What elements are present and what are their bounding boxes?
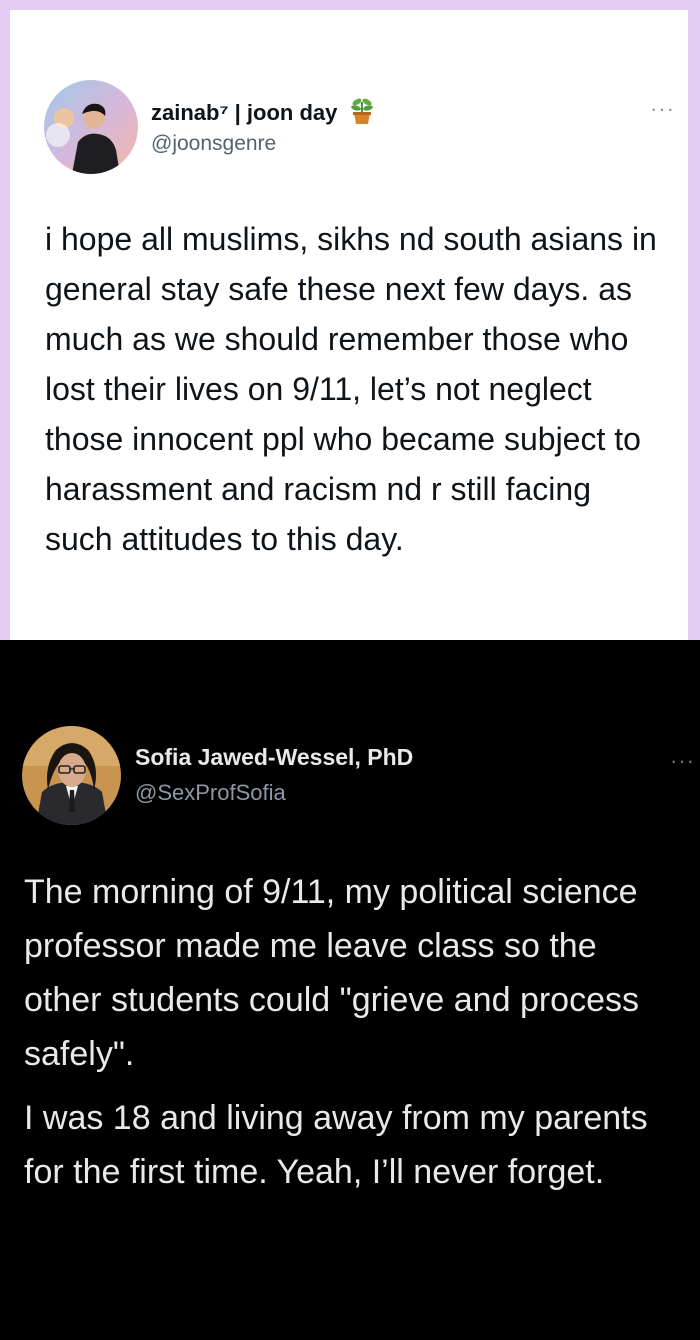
tweet-paragraph-1: The morning of 9/11, my political scienc… bbox=[24, 873, 639, 1073]
display-name[interactable]: Sofia Jawed-Wessel, PhD bbox=[135, 744, 413, 771]
potted-plant-icon bbox=[350, 98, 373, 124]
tweet-text: i hope all muslims, sikhs nd south asian… bbox=[45, 221, 657, 557]
more-options-icon[interactable]: ··· bbox=[650, 98, 675, 120]
avatar[interactable] bbox=[22, 726, 121, 825]
tweet-card-1: zainab⁷ | joon day @joonsgenre ··· i hop… bbox=[10, 10, 688, 640]
tweet-card-2: Sofia Jawed-Wessel, PhD @SexProfSofia ··… bbox=[0, 640, 700, 1340]
avatar[interactable] bbox=[44, 80, 138, 174]
handle[interactable]: @joonsgenre bbox=[151, 132, 276, 156]
more-options-icon[interactable]: ··· bbox=[670, 750, 695, 772]
handle[interactable]: @SexProfSofia bbox=[135, 780, 286, 806]
tweet-paragraph-2: I was 18 and living away from my parents… bbox=[24, 1099, 648, 1191]
tweet-text: The morning of 9/11, my political scienc… bbox=[24, 865, 664, 1199]
display-name[interactable]: zainab⁷ | joon day bbox=[151, 96, 374, 126]
